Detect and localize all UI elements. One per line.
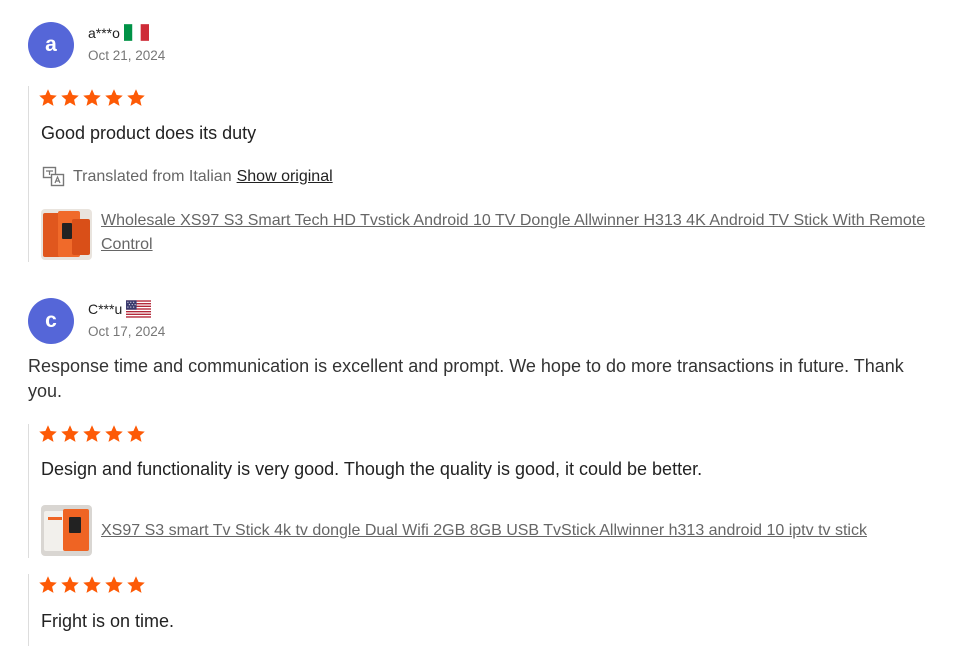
translation-note: Translated from Italian Show original [42,166,333,188]
review-followup: Fright is on time. [28,574,949,646]
avatar: a [28,22,74,68]
avatar: c [28,298,74,344]
reviewer-name: C***u [88,301,123,317]
italy-flag-icon [123,24,149,41]
star-rating [38,424,146,444]
review-text: Fright is on time. [41,611,175,631]
review-followup: Good product does its duty Translated fr… [28,86,949,262]
product-link-row[interactable]: XS97 S3 smart Tv Stick 4k tv dongle Dual… [41,505,931,556]
star-icon [39,89,57,106]
show-original-link[interactable]: Show original [237,168,333,186]
review-main-comment: Response time and communication is excel… [28,356,904,401]
avatar-letter: c [45,309,57,332]
usa-flag-icon [126,300,152,318]
star-icon [83,89,101,106]
reviewer-name-row: a***o [88,24,149,41]
avatar-letter: a [45,33,57,56]
star-icon [105,89,123,106]
star-icon [83,425,101,442]
star-icon [105,425,123,442]
star-icon [39,425,57,442]
star-icon [127,576,145,593]
review-date: Oct 21, 2024 [88,48,166,63]
star-rating [38,88,146,108]
star-rating [38,575,146,595]
reviewer-name: a***o [88,24,120,41]
star-icon [61,89,79,106]
review-followup: Design and functionality is very good. T… [28,424,949,558]
star-icon [83,576,101,593]
star-icon [39,576,57,593]
star-icon [127,89,145,106]
product-title-link[interactable]: Wholesale XS97 S3 Smart Tech HD Tvstick … [101,209,931,260]
tv-stick-box-stack-icon[interactable] [41,209,92,260]
translation-label: Translated from Italian [73,168,232,185]
tv-stick-box-icon[interactable] [41,505,92,556]
star-icon [105,576,123,593]
review-date: Oct 17, 2024 [88,324,166,339]
review-text: Design and functionality is very good. T… [41,459,703,479]
review-text: Good product does its duty [41,123,257,143]
product-link-row[interactable]: Wholesale XS97 S3 Smart Tech HD Tvstick … [41,209,931,260]
star-icon [127,425,145,442]
star-icon [61,425,79,442]
translate-icon [42,166,65,187]
product-title-link[interactable]: XS97 S3 smart Tv Stick 4k tv dongle Dual… [101,505,931,556]
star-icon [61,576,79,593]
reviewer-name-row: C***u [88,300,152,318]
